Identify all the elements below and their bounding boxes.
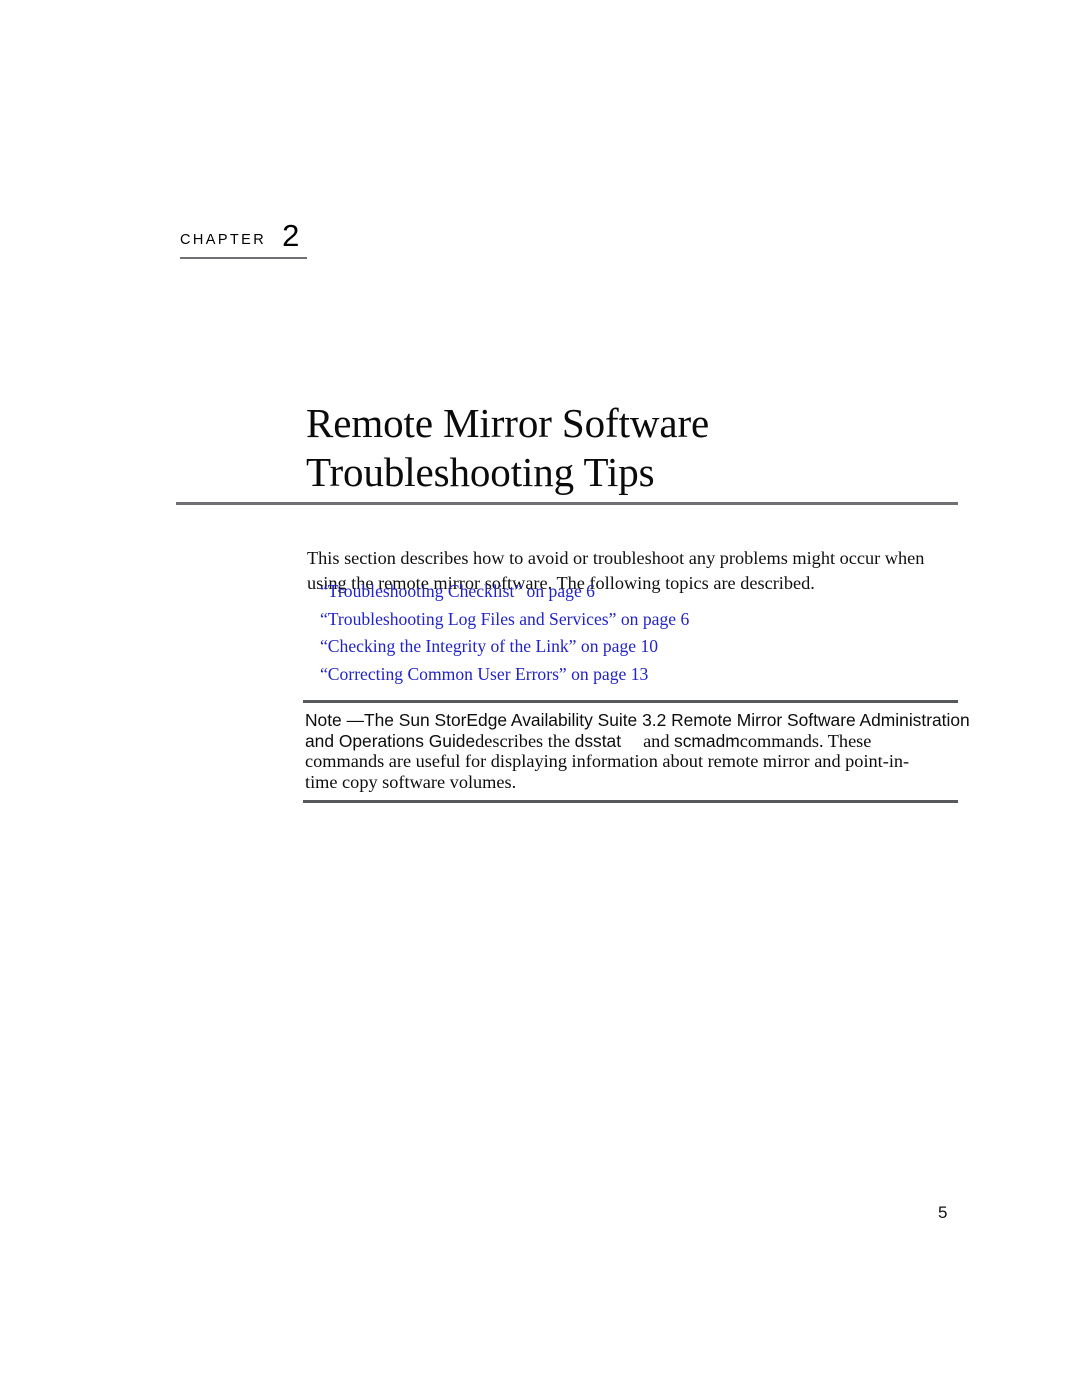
note-top-rule [303,700,958,703]
note-lead-label: Note — [305,710,364,730]
chapter-underline-rule [180,257,307,259]
note-line-4: time copy software volumes. [305,771,517,792]
note-guide-title: and Operations Guide [305,730,476,751]
note-line-3: commands are useful for displaying infor… [305,751,910,772]
command-name-dsstat: dsstat [574,730,622,751]
note-line-1-text: The Sun StorEdge Availability Suite 3.2 … [363,710,970,730]
chapter-label: CHAPTER [180,232,267,248]
note-line-2: and Operations Guidedescribes the dsstat… [305,731,977,752]
chapter-marker: CHAPTER 2 [180,218,440,259]
note-line-2-text-b: and [643,730,675,751]
cross-reference-link-troubleshooting-checklist[interactable]: “Troubleshooting Checklist” on page 6 [320,578,960,606]
document-page: CHAPTER 2 Remote Mirror Software Trouble… [0,0,1080,1397]
page-title-line-1: Remote Mirror Software [306,400,710,447]
cross-reference-list: “Troubleshooting Checklist” on page 6 “T… [320,578,960,688]
cross-reference-link-correcting-common-user-errors[interactable]: “Correcting Common User Errors” on page … [320,661,960,689]
title-divider-rule [176,502,958,505]
chapter-marker-row: CHAPTER 2 [180,218,440,254]
page-title-line-2: Troubleshooting Tips [306,449,655,496]
note-line-2-text-a: describes the [475,730,575,751]
cross-reference-link-checking-the-integrity-of-the-link[interactable]: “Checking the Integrity of the Link” on … [320,633,960,661]
command-name-scmadm: scmadm [674,730,740,751]
note-line-2-text-c: commands. These [739,730,872,751]
page-number: 5 [938,1203,948,1222]
note-bottom-rule [303,800,958,803]
chapter-number: 2 [282,218,300,253]
cross-reference-link-troubleshooting-log-files-and-services[interactable]: “Troubleshooting Log Files and Services”… [320,606,960,634]
intro-line-1: This section describes how to avoid or t… [307,548,925,569]
note-block: Note —The Sun StorEdge Availability Suit… [305,710,977,792]
page-title: Remote Mirror Software Troubleshooting T… [306,399,926,497]
note-line-1: Note —The Sun StorEdge Availability Suit… [305,710,977,731]
